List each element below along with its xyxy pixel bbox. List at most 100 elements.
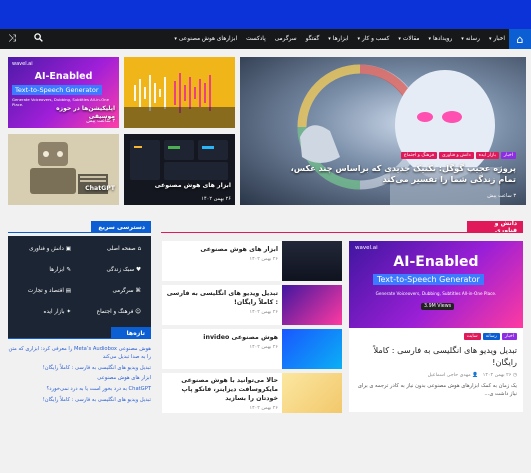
quick-link-tech[interactable]: ▣ دانش و فناوری: [29, 246, 71, 252]
featured-image: wavel.ai AI-Enabled Text-to-Speech Gener…: [349, 241, 523, 328]
clock-icon: ◷: [512, 373, 517, 378]
quick-link-entertainment[interactable]: ⌘ سرگرمی: [112, 288, 141, 294]
chevron-down-icon: ▾: [174, 36, 177, 42]
hero-tile-audio[interactable]: [124, 57, 235, 128]
featured-image-line1: AI-Enabled: [393, 254, 479, 270]
chevron-down-icon: ▾: [398, 36, 401, 42]
chip-icon: ▣: [65, 246, 71, 252]
featured-image-line2: Text-to-Speech Generator: [373, 274, 484, 285]
list-item[interactable]: هوش مصنوعی invideo ۲۶ بهمن ۱۴۰۲: [162, 329, 342, 369]
list-thumb: [282, 241, 342, 281]
list-title[interactable]: هوش مصنوعی invideo: [166, 333, 278, 342]
chevron-down-icon: ▾: [488, 36, 492, 42]
main-navbar: ⌂ اخبار▾ رسانه▾ رویدادها▾ مقالات▾ کسب و …: [0, 29, 531, 49]
nav-item-news[interactable]: اخبار▾: [489, 36, 505, 42]
nav-menu: اخبار▾ رسانه▾ رویدادها▾ مقالات▾ کسب و کا…: [174, 29, 509, 49]
list-thumb: [282, 373, 342, 413]
search-icon[interactable]: [34, 33, 43, 45]
chevron-down-icon: ▾: [428, 36, 432, 42]
quick-link-tools[interactable]: ✎ ابزارها: [49, 267, 71, 273]
user-icon: 👤: [472, 373, 479, 378]
featured-image-views: 3.9M Views: [421, 303, 455, 310]
wavel-subheadline: Text-to-Speech Generator: [12, 85, 102, 95]
latest-item[interactable]: ابزار های هوش مصنوعی: [8, 375, 151, 383]
latest-item[interactable]: تبدیل ویدیو های انگلیسی به فارسی : کاملا…: [8, 397, 151, 405]
wavel-logo-text: wavel.ai: [12, 61, 33, 67]
badge[interactable]: اخبار: [500, 152, 516, 159]
badge[interactable]: رسانه: [482, 333, 500, 340]
nav-item-events[interactable]: رویدادها▾: [429, 36, 453, 42]
tools-icon: ✎: [66, 267, 71, 273]
people-icon: ☺: [135, 309, 141, 315]
dashboard-illustration: [130, 140, 228, 180]
idea-icon: ✦: [66, 309, 71, 315]
nav-item-business[interactable]: کسب و کار▾: [357, 36, 389, 42]
featured-image-brand: wavel.ai: [355, 245, 378, 251]
list-item[interactable]: حالا می‌توانید با هوش مصنوعی مایکروسافت …: [162, 373, 342, 413]
hero-main-title[interactable]: پروژه عجیب گوگل: تکنیک جدیدی که براساس چ…: [276, 163, 516, 185]
waveform-illustration: [124, 73, 235, 128]
list-item[interactable]: تبدیل ویدیو های انگلیسی به فارسی : کاملا…: [162, 285, 342, 325]
quick-link-culture[interactable]: ☺ فرهنگ و اجتماع: [97, 309, 141, 315]
quick-link-lifestyle[interactable]: ♥ سبک زندگی: [107, 267, 141, 273]
badge[interactable]: فرهنگ و اجتماع: [400, 152, 438, 159]
latest-list: هوش مصنوعی Meta’s Audiobox را معرفی کرد:…: [8, 346, 152, 408]
nav-item-entertainment[interactable]: سرگرمی: [275, 36, 297, 42]
list-meta: ۲۶ بهمن ۱۴۰۲: [249, 257, 279, 263]
chevron-down-icon: ▾: [461, 36, 464, 42]
latest-item[interactable]: ChatGPT به درد بخور است یا به درد نمی‌خو…: [8, 386, 151, 394]
hero-tile1-meta: ۳ ساعت پیش: [86, 118, 115, 124]
latest-item[interactable]: تبدیل ویدیو های انگلیسی به فارسی : کاملا…: [8, 365, 151, 373]
chevron-down-icon: ▾: [357, 36, 360, 42]
shuffle-icon[interactable]: ⤨: [8, 34, 16, 44]
featured-card[interactable]: wavel.ai AI-Enabled Text-to-Speech Gener…: [349, 241, 523, 412]
featured-badges: اخبار رسانه سایت: [462, 333, 517, 340]
section-divider: [161, 232, 523, 233]
badge[interactable]: بازار ایده: [475, 152, 499, 159]
featured-title[interactable]: تبدیل ویدیو های انگلیسی به فارسی : کاملا…: [355, 345, 517, 369]
nav-item-tools[interactable]: ابزارها▾: [328, 36, 348, 42]
badge[interactable]: سایت: [463, 333, 481, 340]
list-title[interactable]: تبدیل ویدیو های انگلیسی به فارسی : کاملا…: [166, 289, 278, 307]
featured-meta: ◷ ۲۶ بهمن ۱۴۰۲ 👤 مهدی حاجی اسماعیل: [427, 373, 517, 378]
hero-main-badges: اخبار بازار ایده دانش و فناوری فرهنگ و ا…: [399, 152, 516, 159]
featured-image-line3: Generate Voiceovers, Dubbing, Subtitles …: [375, 291, 497, 296]
badge[interactable]: دانش و فناوری: [439, 152, 474, 159]
home-icon: ⌂: [137, 246, 141, 252]
list-thumb: [282, 285, 342, 325]
chart-icon: ▤: [65, 288, 71, 294]
section-divider: [8, 338, 151, 339]
quick-link-economy[interactable]: ▤ اقتصاد و تجارت: [28, 288, 71, 294]
hero-tile4-title[interactable]: ChatGPT: [55, 185, 115, 193]
home-icon[interactable]: ⌂: [509, 29, 531, 49]
hero-tile3-title[interactable]: ابزار های هوش مصنوعی: [131, 182, 231, 190]
quick-link-idea-market[interactable]: ✦ بازار ایده: [44, 309, 71, 315]
latest-item[interactable]: هوش مصنوعی Meta’s Audiobox را معرفی کرد:…: [8, 346, 152, 362]
nav-item-talk[interactable]: گفتگو: [306, 36, 320, 42]
nav-item-podcast[interactable]: پادکست: [246, 36, 266, 42]
quick-link-home[interactable]: ⌂ صفحه اصلی: [107, 246, 141, 252]
list-meta: ۲۶ بهمن ۱۴۰۲: [249, 310, 279, 316]
quick-links-panel: ⌂ صفحه اصلی ♥ سبک زندگی ⌘ سرگرمی ☺ فرهنگ…: [8, 236, 151, 338]
chevron-down-icon: ▾: [328, 36, 331, 42]
list-title[interactable]: حالا می‌توانید با هوش مصنوعی مایکروسافت …: [166, 376, 278, 403]
hero-grid: اخبار بازار ایده دانش و فناوری فرهنگ و ا…: [8, 57, 526, 205]
nav-item-ai-tools[interactable]: ابزارهای هوش مصنوعی▾: [174, 36, 237, 42]
list-title[interactable]: ابزار های هوش مصنوعی: [166, 245, 278, 254]
hero-main-tile[interactable]: اخبار بازار ایده دانش و فناوری فرهنگ و ا…: [240, 57, 526, 205]
hero-tile-wavel[interactable]: wavel.ai AI-Enabled Text-to-Speech Gener…: [8, 57, 119, 128]
nav-item-media[interactable]: رسانه▾: [461, 36, 480, 42]
list-thumb: [282, 329, 342, 369]
list-meta: ۲۶ بهمن ۱۴۰۲: [249, 345, 279, 351]
nav-item-articles[interactable]: مقالات▾: [398, 36, 419, 42]
hero-tile-dashboard[interactable]: ابزار های هوش مصنوعی ۲۶ بهمن ۱۴۰۲: [124, 134, 235, 205]
badge[interactable]: اخبار: [501, 333, 517, 340]
gamepad-icon: ⌘: [135, 288, 141, 294]
list-item[interactable]: ابزار های هوش مصنوعی ۲۶ بهمن ۱۴۰۲: [162, 241, 342, 281]
heart-icon: ♥: [135, 267, 141, 273]
hero-tile-robot[interactable]: ChatGPT: [8, 134, 119, 205]
top-bar: [0, 0, 531, 29]
hero-tile3-meta: ۲۶ بهمن ۱۴۰۲: [201, 196, 231, 202]
page: ⌂ اخبار▾ رسانه▾ رویدادها▾ مقالات▾ کسب و …: [0, 0, 531, 473]
list-meta: ۲۶ بهمن ۱۴۰۲: [249, 406, 279, 412]
